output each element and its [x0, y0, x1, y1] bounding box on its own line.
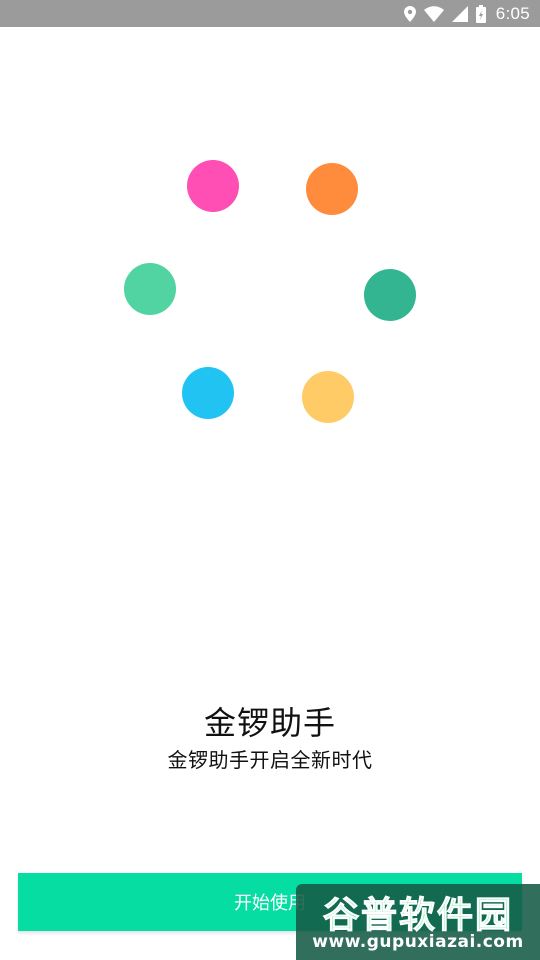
dot-teal — [364, 269, 416, 321]
watermark: 谷普软件园 www.gupuxiazai.com — [296, 884, 540, 960]
battery-icon — [475, 4, 486, 23]
app-title: 金锣助手 — [203, 704, 336, 742]
signal-icon — [451, 5, 468, 23]
splash-screen: 6:05 金锣助手 金锣助手开启全新时代 开始使用 谷普软件园 www.gupu… — [0, 0, 540, 960]
dot-yellow — [302, 371, 354, 423]
dot-mint — [124, 263, 176, 315]
status-time: 6:05 — [495, 3, 530, 23]
location-icon — [403, 5, 416, 23]
watermark-text: 谷普软件园 — [322, 895, 513, 937]
watermark-url: www.gupuxiazai.com — [312, 932, 524, 952]
app-subtitle: 金锣助手开启全新时代 — [167, 748, 373, 772]
dot-pink — [187, 160, 239, 212]
dot-orange — [306, 163, 358, 215]
dot-blue — [182, 367, 234, 419]
wifi-icon — [423, 5, 444, 23]
status-bar: 6:05 — [0, 0, 540, 27]
